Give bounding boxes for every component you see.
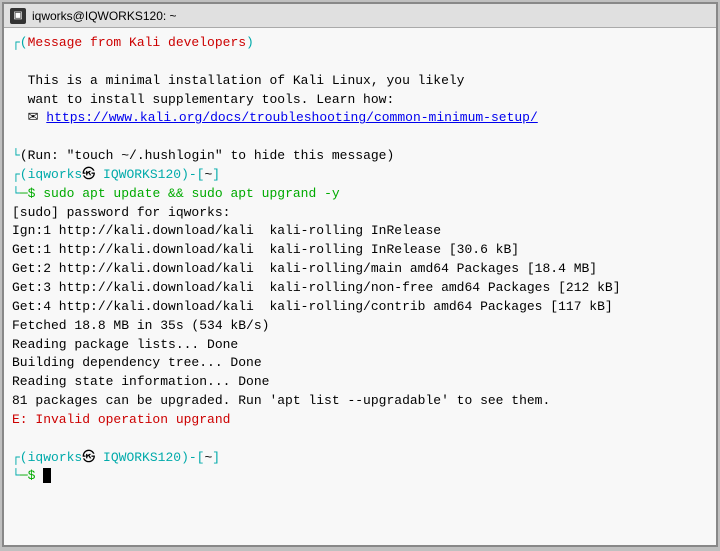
- sudo-password: [sudo] password for iqworks:: [12, 204, 708, 223]
- fetched: Fetched 18.8 MB in 35s (534 kB/s): [12, 317, 708, 336]
- reading-state: Reading state information... Done: [12, 373, 708, 392]
- kali-msg-line2: want to install supplementary tools. Lea…: [12, 91, 708, 110]
- error-line: E: Invalid operation upgrand: [12, 411, 708, 430]
- kali-msg-link: ✉ https://www.kali.org/docs/troubleshoot…: [12, 109, 708, 128]
- window-icon: ▣: [10, 8, 26, 24]
- command-line-1: └─$ sudo apt update && sudo apt upgrand …: [12, 185, 708, 204]
- get1: Get:1 http://kali.download/kali kali-rol…: [12, 241, 708, 260]
- blank2: [12, 128, 708, 147]
- kali-msg-line1: This is a minimal installation of Kali L…: [12, 72, 708, 91]
- kali-msg-bottom: └(Run: "touch ~/.hushlogin" to hide this…: [12, 147, 708, 166]
- ign1: Ign:1 http://kali.download/kali kali-rol…: [12, 222, 708, 241]
- prompt-cursor-line: └─$: [12, 467, 708, 486]
- upgradable-msg: 81 packages can be upgraded. Run 'apt li…: [12, 392, 708, 411]
- get2: Get:2 http://kali.download/kali kali-rol…: [12, 260, 708, 279]
- prompt-line-1: ┌(iqworks㉿ IQWORKS120)-[~]: [12, 166, 708, 185]
- titlebar: ▣ iqworks@IQWORKS120: ~: [4, 4, 716, 28]
- get3: Get:3 http://kali.download/kali kali-rol…: [12, 279, 708, 298]
- window-title: iqworks@IQWORKS120: ~: [32, 9, 177, 23]
- terminal-body[interactable]: ┌(Message from Kali developers) This is …: [4, 28, 716, 545]
- blank1: [12, 53, 708, 72]
- terminal-window: ▣ iqworks@IQWORKS120: ~ ┌(Message from K…: [2, 2, 718, 547]
- get4: Get:4 http://kali.download/kali kali-rol…: [12, 298, 708, 317]
- prompt-line-2: ┌(iqworks㉿ IQWORKS120)-[~]: [12, 449, 708, 468]
- reading-pkg: Reading package lists... Done: [12, 336, 708, 355]
- building-dep: Building dependency tree... Done: [12, 354, 708, 373]
- blank3: [12, 430, 708, 449]
- kali-msg-top: ┌(Message from Kali developers): [12, 34, 708, 53]
